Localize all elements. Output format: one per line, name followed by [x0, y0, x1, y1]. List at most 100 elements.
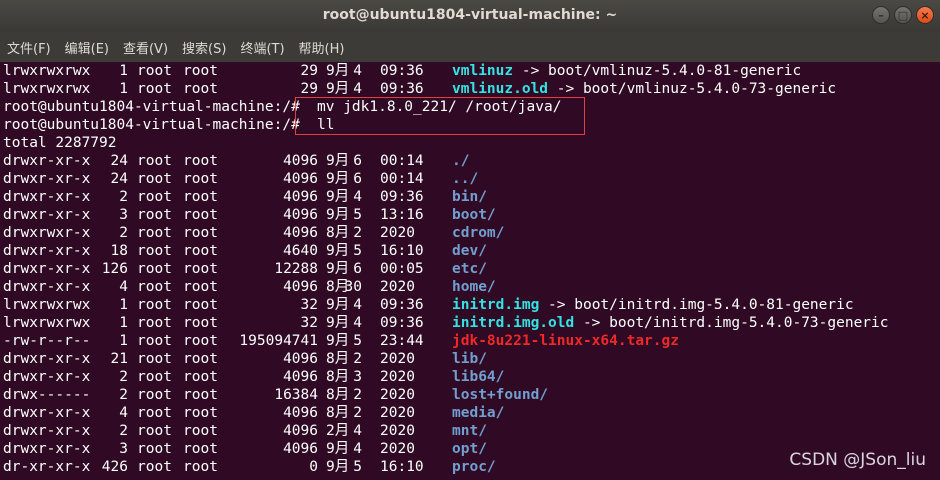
group: root: [183, 405, 218, 421]
menu-search[interactable]: 搜索(S): [175, 38, 233, 57]
owner: root: [137, 243, 172, 259]
day: 4: [353, 441, 362, 457]
time: 2020: [380, 423, 415, 439]
owner: root: [137, 333, 172, 349]
menu-bar: 文件(F) 编辑(E) 查看(V) 搜索(S) 终端(T) 帮助(H): [0, 32, 940, 62]
file-name: initrd.img -> boot/initrd.img-5.4.0-81-g…: [452, 297, 854, 313]
listing-row: drwxrwxr-x 2 root root 4096 8月 2 2020 cdrom/: [0, 224, 940, 242]
window-titlebar[interactable]: root@ubuntu1804-virtual-machine: ~ – □ ×: [0, 0, 940, 32]
month: 9月: [326, 333, 350, 349]
file-size: 29: [300, 63, 318, 79]
day: 4: [353, 63, 362, 79]
time: 2020: [380, 387, 415, 403]
day: 5: [353, 243, 362, 259]
permissions: drwx------: [3, 387, 91, 403]
file-name: jdk-8u221-linux-x64.tar.gz: [452, 333, 679, 349]
permissions: drwxr-xr-x: [3, 189, 91, 205]
menu-view[interactable]: 查看(V): [116, 38, 175, 57]
permissions: drwxr-xr-x: [3, 423, 91, 439]
owner: root: [137, 153, 172, 169]
listing-row: drwxr-xr-x 3 root root 4096 9月 5 13:16 boot/: [0, 206, 940, 224]
file-name: proc/: [452, 459, 496, 475]
permissions: drwxr-xr-x: [3, 207, 91, 223]
file-size: 4096: [283, 153, 318, 169]
day: 2: [353, 387, 362, 403]
group: root: [183, 459, 218, 475]
group: root: [183, 441, 218, 457]
file-size: 4096: [283, 279, 318, 295]
owner: root: [137, 81, 172, 97]
permissions: drwxr-xr-x: [3, 351, 91, 367]
day: 30: [344, 279, 362, 295]
link-count: 2: [119, 189, 128, 205]
watermark: CSDN @JSon_liu: [789, 450, 926, 470]
menu-edit[interactable]: 编辑(E): [58, 38, 116, 57]
listing-row: drwxr-xr-x 24 root root 4096 9月 6 00:14 ../: [0, 170, 940, 188]
permissions: drwxrwxr-x: [3, 225, 91, 241]
shell-prompt: root@ubuntu1804-virtual-machine:/#: [3, 99, 309, 115]
group: root: [183, 153, 218, 169]
day: 4: [353, 423, 362, 439]
link-count: 2: [119, 387, 128, 403]
permissions: drwxr-xr-x: [3, 441, 91, 457]
permissions: drwxr-xr-x: [3, 261, 91, 277]
link-count: 21: [110, 351, 128, 367]
owner: root: [137, 423, 172, 439]
link-count: 2: [119, 225, 128, 241]
total-text: total 2287792: [3, 135, 117, 151]
month: 8月: [326, 405, 350, 421]
link-count: 24: [110, 153, 128, 169]
month: 9月: [326, 171, 350, 187]
link-target: -> boot/initrd.img-5.4.0-81-generic: [539, 297, 854, 313]
owner: root: [137, 171, 172, 187]
owner: root: [137, 351, 172, 367]
month: 8月: [326, 369, 350, 385]
menu-file[interactable]: 文件(F): [0, 38, 58, 57]
close-icon[interactable]: ×: [916, 6, 934, 24]
month: 9月: [326, 261, 350, 277]
permissions: lrwxrwxrwx: [3, 315, 91, 331]
menu-help[interactable]: 帮助(H): [292, 38, 352, 57]
listing-row: -rw-r--r-- 1 root root 195094741 9月 5 23:44 jdk-…: [0, 332, 940, 350]
file-name: home/: [452, 279, 496, 295]
time: 09:36: [380, 63, 424, 79]
month: 2月: [326, 423, 350, 439]
file-name: lib64/: [452, 369, 505, 385]
file-size: 4096: [283, 351, 318, 367]
file-name: etc/: [452, 261, 487, 277]
month: 9月: [326, 207, 350, 223]
listing-row: drwxr-xr-x 2 root root 4096 2月 4 2020 mnt/: [0, 422, 940, 440]
owner: root: [137, 441, 172, 457]
permissions: drwxr-xr-x: [3, 279, 91, 295]
listing-row: drwxr-xr-x 4 root root 4096 8月 30 2020 home/: [0, 278, 940, 296]
file-size: 32: [300, 315, 318, 331]
day: 4: [353, 297, 362, 313]
day: 2: [353, 351, 362, 367]
day: 5: [353, 459, 362, 475]
permissions: lrwxrwxrwx: [3, 63, 91, 79]
file-size: 4640: [283, 243, 318, 259]
link-target: -> boot/vmlinuz-5.4.0-81-generic: [513, 63, 802, 79]
month: 9月: [326, 153, 350, 169]
file-name: vmlinuz.old -> boot/vmlinuz-5.4.0-73-gen…: [452, 81, 837, 97]
time: 2020: [380, 369, 415, 385]
group: root: [183, 423, 218, 439]
minimize-icon[interactable]: –: [872, 6, 890, 24]
link-count: 426: [101, 459, 128, 475]
group: root: [183, 207, 218, 223]
link-count: 2: [119, 369, 128, 385]
group: root: [183, 225, 218, 241]
menu-terminal[interactable]: 终端(T): [233, 38, 291, 57]
owner: root: [137, 261, 172, 277]
maximize-icon[interactable]: □: [894, 6, 912, 24]
time: 2020: [380, 405, 415, 421]
file-name: bin/: [452, 189, 487, 205]
day: 3: [353, 369, 362, 385]
file-size: 4096: [283, 369, 318, 385]
group: root: [183, 297, 218, 313]
file-size: 4096: [283, 225, 318, 241]
time: 13:16: [380, 207, 424, 223]
day: 6: [353, 171, 362, 187]
permissions: lrwxrwxrwx: [3, 81, 91, 97]
permissions: dr-xr-xr-x: [3, 459, 91, 475]
